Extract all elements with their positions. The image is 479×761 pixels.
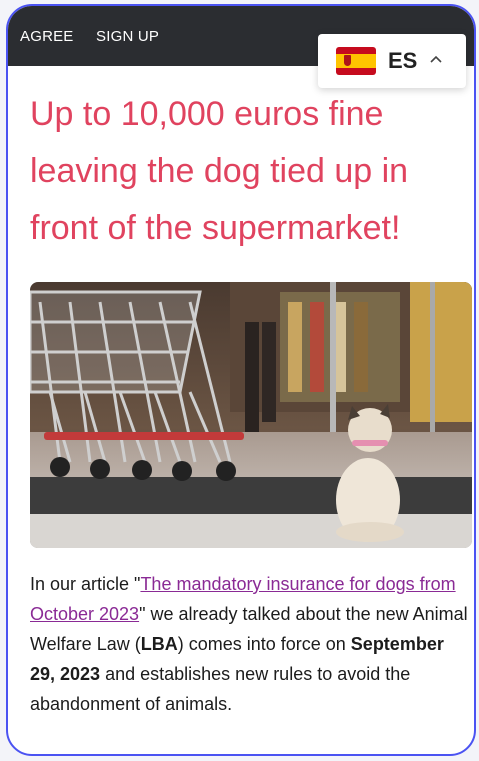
sign-up-link[interactable]: SIGN UP: [96, 28, 159, 45]
article-headline: Up to 10,000 euros fine leaving the dog …: [30, 95, 409, 247]
article-body: In our article "The mandatory insurance …: [30, 574, 468, 714]
pug-supermarket-photo: [30, 282, 472, 548]
spain-flag-icon: [336, 47, 376, 75]
language-code: ES: [388, 48, 418, 73]
agree-link[interactable]: AGREE: [20, 28, 74, 45]
chevron-up-icon: [430, 55, 442, 63]
language-selector[interactable]: ES: [318, 34, 466, 88]
article-image: [30, 282, 472, 548]
phone-frame: AGREE SIGN UP ES Up to 10,000 euros fine…: [6, 4, 476, 756]
law-abbreviation: LBA: [140, 634, 178, 654]
